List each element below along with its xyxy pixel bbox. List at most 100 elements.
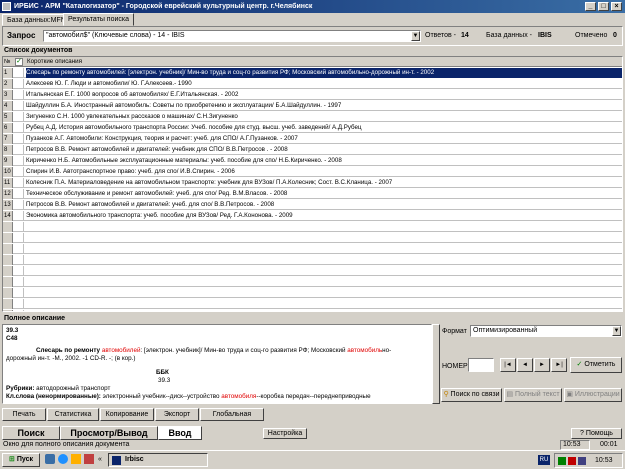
row-checkbox[interactable] <box>14 156 24 166</box>
format-select[interactable]: Оптимизированный ▼ <box>470 325 622 337</box>
settings-button[interactable]: Настройка <box>263 428 307 439</box>
doc-list-grid[interactable]: № ✓ Короткие описания 1 Слесарь по ремонт… <box>2 56 623 312</box>
window-titlebar[interactable]: ИРБИС - АРМ "Каталогизатор" - Городской … <box>0 0 625 13</box>
row-checkbox[interactable] <box>14 299 24 309</box>
row-checkbox[interactable] <box>14 255 24 265</box>
expand-icon[interactable]: « <box>98 456 102 463</box>
tray-icon-3[interactable] <box>578 457 586 465</box>
nav-prev-button[interactable]: ◄ <box>517 358 533 372</box>
quicklaunch-explorer-icon[interactable] <box>45 454 55 464</box>
row-checkbox[interactable] <box>14 277 24 287</box>
tab-database-mfn[interactable]: База данных:MFN <box>2 14 71 26</box>
system-tray: 10:53 <box>554 453 623 468</box>
irbis-icon <box>112 456 121 465</box>
row-checkbox[interactable] <box>14 266 24 276</box>
table-row[interactable]: 10 Спирин И.В. Автотранспортное право: уч… <box>3 167 622 177</box>
table-row[interactable]: 6 Рубец А.Д. История автомобильного транс… <box>3 123 622 133</box>
tab-input[interactable]: Ввод <box>158 426 202 440</box>
row-checkbox[interactable] <box>14 310 24 311</box>
query-value: "автомобил$" (Ключевые слова) - 14 - IBI… <box>46 32 185 39</box>
chevron-down-icon[interactable]: ▼ <box>612 326 621 336</box>
table-row[interactable]: 14 Экономика автомобильного транспорта: у… <box>3 211 622 221</box>
taskbar-clock: 10:53 <box>595 457 613 464</box>
maximize-button[interactable]: □ <box>598 2 609 11</box>
table-row[interactable] <box>3 299 622 309</box>
table-row[interactable]: 13 Петросов В.В. Ремонт автомобилей и дви… <box>3 200 622 210</box>
quicklaunch-ie-icon[interactable] <box>58 454 68 464</box>
mark-button[interactable]: ✓ Отметить <box>570 357 622 373</box>
table-row[interactable] <box>3 255 622 265</box>
table-row[interactable] <box>3 244 622 254</box>
row-checkbox[interactable] <box>14 178 24 188</box>
table-row[interactable] <box>3 310 622 311</box>
top-tabs: База данных:MFN Результаты поиска <box>0 13 625 26</box>
table-row[interactable] <box>3 277 622 287</box>
row-checkbox[interactable] <box>14 101 24 111</box>
table-row[interactable] <box>3 266 622 276</box>
table-row[interactable]: 12 Техническое обслуживание и ремонт авто… <box>3 189 622 199</box>
check-all-icon[interactable]: ✓ <box>15 58 23 66</box>
nav-next-button[interactable]: ► <box>534 358 550 372</box>
desc-scrollbar[interactable] <box>432 324 440 404</box>
tab-search[interactable]: Поиск <box>2 426 60 440</box>
row-checkbox[interactable] <box>14 79 24 89</box>
table-row[interactable]: 1 Слесарь по ремонту автомобилей: [электр… <box>3 68 622 78</box>
status-text: Окно для полного описания документа <box>3 441 130 448</box>
row-checkbox[interactable] <box>14 90 24 100</box>
answers-count: 14 <box>461 32 469 39</box>
tray-icon-2[interactable] <box>568 457 576 465</box>
help-button[interactable]: ? Помощь <box>571 428 622 439</box>
row-checkbox[interactable] <box>14 244 24 254</box>
row-checkbox[interactable] <box>14 145 24 155</box>
close-button[interactable]: × <box>611 2 622 11</box>
copy-button[interactable]: Копирование <box>100 408 154 421</box>
tray-icon-1[interactable] <box>558 457 566 465</box>
table-row[interactable] <box>3 288 622 298</box>
quicklaunch-folder-icon[interactable] <box>71 454 81 464</box>
global-button[interactable]: Глобальная <box>200 408 264 421</box>
language-indicator[interactable]: RU <box>538 455 550 465</box>
minimize-button[interactable]: _ <box>585 2 596 11</box>
print-button[interactable]: Печать <box>2 408 46 421</box>
row-text: Экономика автомобильного транспорта: уче… <box>26 212 293 219</box>
table-row[interactable]: 5 Зигуненко С.Н. 1000 увлекательных расск… <box>3 112 622 122</box>
start-button[interactable]: ⊞ Пуск <box>2 453 40 467</box>
full-text-button[interactable]: ▤ Полный текст <box>504 388 562 402</box>
row-checkbox[interactable] <box>14 68 24 78</box>
tab-view-output[interactable]: Просмотр/Вывод <box>60 426 158 440</box>
illustrations-button[interactable]: ▣ Иллюстрации <box>564 388 622 402</box>
row-text: Кириченко Н.Б. Автомобильные эксплуатаци… <box>26 157 342 164</box>
row-checkbox[interactable] <box>14 189 24 199</box>
nav-first-button[interactable]: |◄ <box>500 358 516 372</box>
row-checkbox[interactable] <box>14 134 24 144</box>
table-row[interactable]: 2 Алексеев Ю. Г. Люди и автомобили/ Ю. Г.… <box>3 79 622 89</box>
table-row[interactable]: 4 Шайдуллин Б.А. Иностранный автомобиль: … <box>3 101 622 111</box>
query-combobox[interactable]: "автомобил$" (Ключевые слова) - 14 - IBI… <box>43 30 421 42</box>
table-row[interactable]: 3 Итальянская Е.Г. 1000 вопросов об автом… <box>3 90 622 100</box>
table-row[interactable]: 9 Кириченко Н.Б. Автомобильные эксплуатац… <box>3 156 622 166</box>
table-row[interactable]: 11 Колесник П.А. Материаловедение на авто… <box>3 178 622 188</box>
row-checkbox[interactable] <box>14 288 24 298</box>
chevron-down-icon[interactable]: ▼ <box>411 31 420 41</box>
statistics-button[interactable]: Статистика <box>47 408 99 421</box>
full-description-pane[interactable]: 39.3 С48 Слесарь по ремонту автомобилей:… <box>2 324 432 404</box>
row-checkbox[interactable] <box>14 222 24 232</box>
nav-last-button[interactable]: ►| <box>551 358 567 372</box>
row-checkbox[interactable] <box>14 167 24 177</box>
table-row[interactable] <box>3 222 622 232</box>
link-search-button[interactable]: ⚲ Поиск по связи <box>441 388 502 402</box>
table-row[interactable]: 8 Петросов В.В. Ремонт автомобилей и двиг… <box>3 145 622 155</box>
number-input[interactable] <box>468 358 494 372</box>
taskbar-irbis-button[interactable]: Irbisc <box>108 453 208 467</box>
row-checkbox[interactable] <box>14 200 24 210</box>
row-checkbox[interactable] <box>14 112 24 122</box>
row-checkbox[interactable] <box>14 233 24 243</box>
row-checkbox[interactable] <box>14 211 24 221</box>
tab-search-results[interactable]: Результаты поиска <box>63 13 135 26</box>
row-checkbox[interactable] <box>14 123 24 133</box>
format-label: Формат <box>442 328 467 335</box>
table-row[interactable] <box>3 233 622 243</box>
quicklaunch-app-icon[interactable] <box>84 454 94 464</box>
table-row[interactable]: 7 Пузанков А.Г. Автомобили: Конструкция, … <box>3 134 622 144</box>
export-button[interactable]: Экспорт <box>155 408 199 421</box>
